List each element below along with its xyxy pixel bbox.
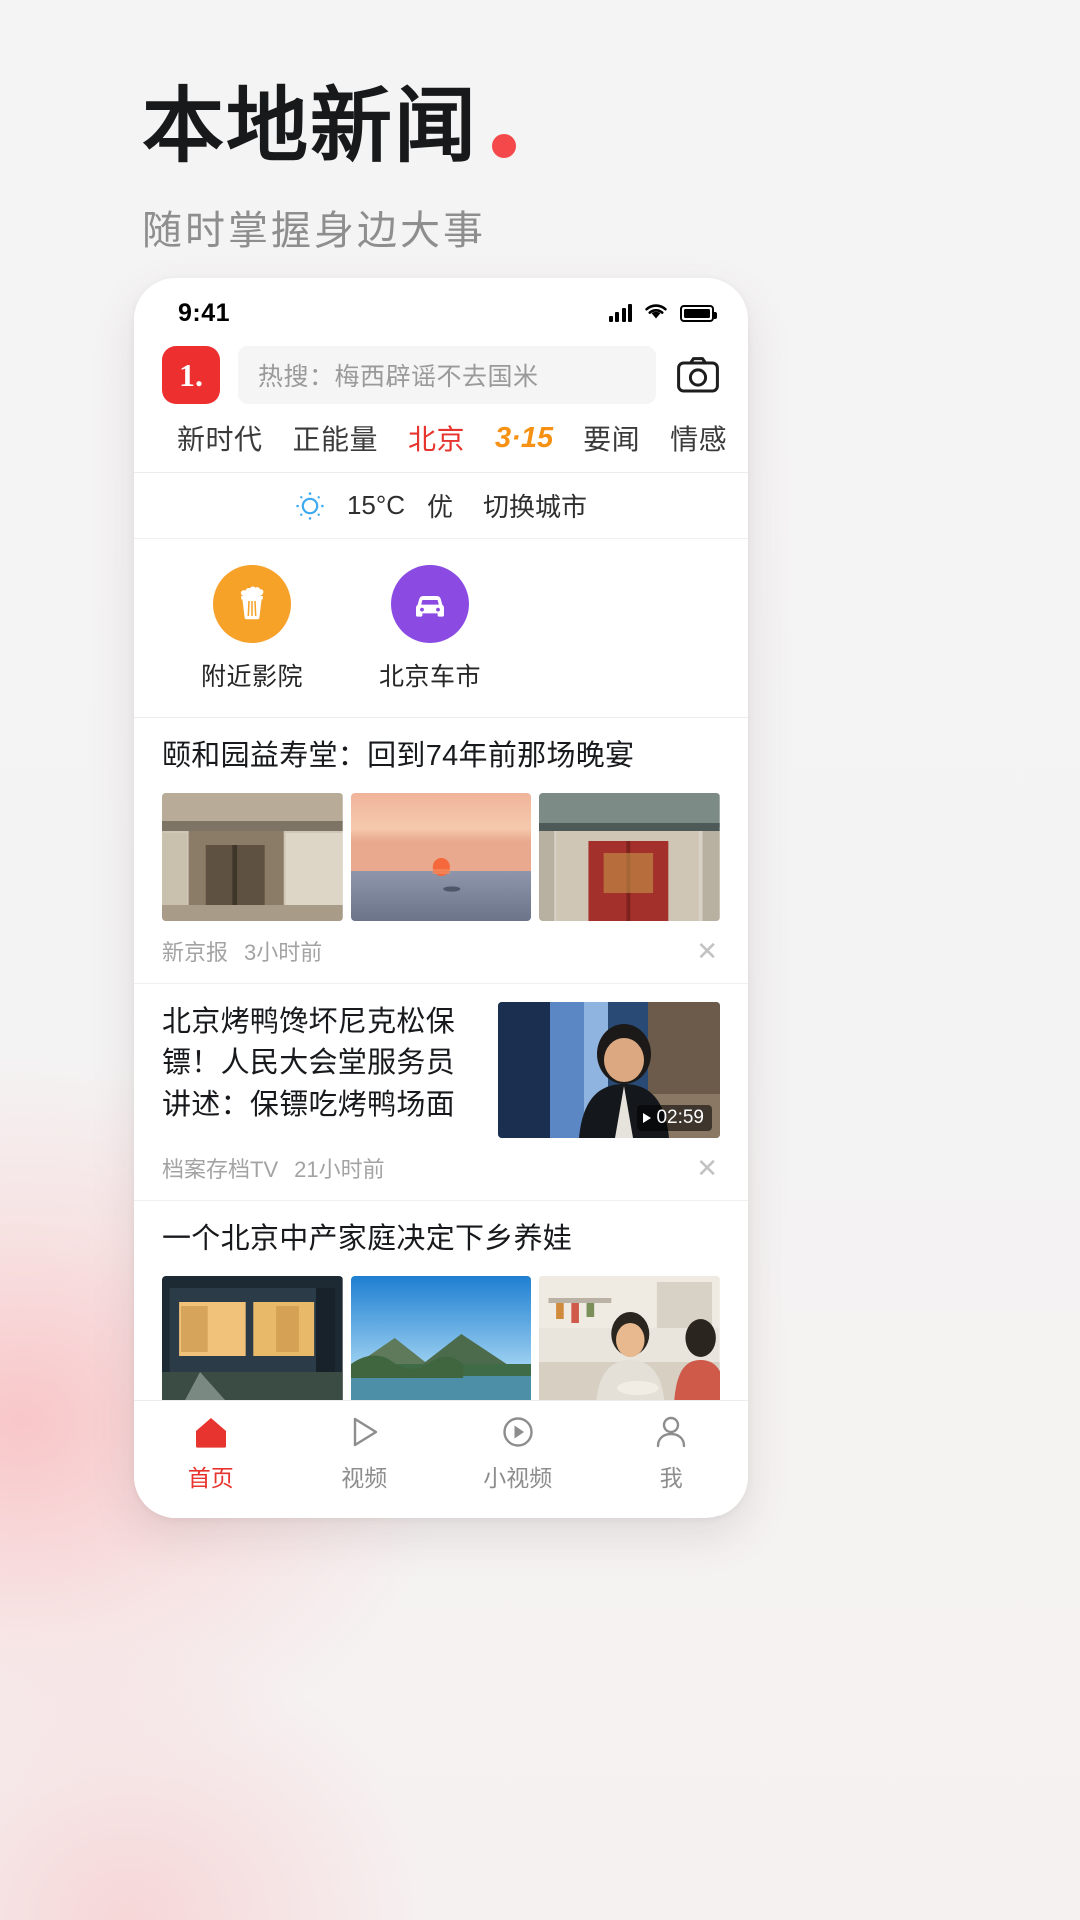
weather-temperature: 15°C (346, 490, 406, 520)
close-icon[interactable]: ✕ (694, 1155, 720, 1181)
hero-section: 本地新闻 随时掌握身边大事 (142, 86, 842, 256)
shortcut-label: 附近影院 (200, 663, 303, 691)
tab-beijing[interactable]: 北京 (393, 418, 480, 458)
temple-gate-photo (162, 793, 343, 922)
tabbar-label: 我 (659, 1464, 683, 1491)
video-duration: 02:59 (637, 1105, 712, 1132)
interview-woman-photo: 02:59 (498, 1002, 720, 1139)
news-meta: 新京报 3小时前 ✕ (162, 921, 720, 983)
phone-mockup: 9:41 1. 热搜：梅西辟谣不去国米 新时代 正能量 北京 3·15 要闻 情… (134, 278, 748, 1518)
tab-xinshidai[interactable]: 新时代 (162, 418, 278, 458)
sunset-sea-photo (350, 793, 532, 922)
page-subtitle: 随时掌握身边大事 (142, 209, 486, 253)
tab-315[interactable]: 3·15 (480, 422, 568, 455)
popcorn-icon (213, 565, 291, 643)
tab-zhengnengliang[interactable]: 正能量 (278, 418, 394, 458)
news-thumbnails (162, 793, 721, 922)
lake-mountain-photo (350, 1276, 532, 1405)
news-thumbnails (162, 1276, 721, 1405)
category-tabs: 新时代 正能量 北京 3·15 要闻 情感 (134, 414, 748, 473)
tabbar-label: 视频 (341, 1464, 388, 1491)
hero-title-row: 本地新闻 (142, 86, 842, 168)
play-triangle-icon (346, 1413, 382, 1451)
sun-icon (295, 491, 325, 521)
news-title: 一个北京中产家庭决定下乡养娃 (162, 1223, 573, 1256)
play-circle-icon (500, 1413, 536, 1451)
shortcut-nearby-cinema[interactable]: 附近影院 (198, 565, 306, 693)
night-house-photo (162, 1276, 343, 1405)
news-title: 颐和园益寿堂：回到74年前那场晚宴 (162, 740, 635, 772)
hamburger-menu-icon[interactable] (742, 429, 748, 448)
shortcut-row: 附近影院 北京车市 (134, 539, 748, 718)
home-icon (193, 1413, 229, 1451)
weather-strip[interactable]: 15°C 优 切换城市 (134, 473, 748, 539)
car-icon (391, 565, 469, 643)
tab-qinggan[interactable]: 情感 (655, 418, 742, 458)
tabbar-item-video[interactable]: 视频 (288, 1413, 442, 1493)
tabbar-item-me[interactable]: 我 (595, 1413, 749, 1493)
wifi-icon (643, 301, 669, 325)
close-icon[interactable]: ✕ (694, 938, 720, 964)
tab-yaowen[interactable]: 要闻 (568, 418, 655, 458)
search-input[interactable]: 热搜：梅西辟谣不去国米 (238, 346, 656, 404)
news-title: 北京烤鸭馋坏尼克松保镖！人民大会堂服务员讲述：保镖吃烤鸭场面 (162, 1006, 456, 1121)
news-item[interactable]: 颐和园益寿堂：回到74年前那场晚宴 新京报 3小时前 ✕ (134, 718, 748, 985)
camera-icon[interactable] (674, 351, 722, 399)
battery-full-icon (680, 304, 717, 322)
news-source: 新京报 (162, 940, 229, 966)
app-logo-badge[interactable]: 1. (162, 346, 220, 404)
news-time: 3小时前 (244, 940, 323, 966)
tabbar-label: 小视频 (483, 1464, 553, 1491)
shortcut-label: 北京车市 (378, 663, 481, 691)
boy-kitchen-photo (539, 1276, 721, 1405)
signal-bars-icon (608, 304, 632, 322)
courtyard-door-photo (539, 793, 721, 922)
tabbar-label: 首页 (187, 1464, 234, 1491)
news-item[interactable]: 北京烤鸭馋坏尼克松保镖！人民大会堂服务员讲述：保镖吃烤鸭场面 02:59 档案存… (134, 984, 748, 1202)
news-row: 北京烤鸭馋坏尼克松保镖！人民大会堂服务员讲述：保镖吃烤鸭场面 02:59 (162, 1002, 720, 1139)
weather-air-quality: 优 (427, 492, 454, 522)
page-title: 本地新闻 (142, 81, 479, 172)
play-triangle-icon (643, 1113, 652, 1124)
news-feed: 颐和园益寿堂：回到74年前那场晚宴 新京报 3小时前 ✕ 北京烤鸭馋坏尼克松保镖… (134, 718, 748, 1518)
news-time: 21小时前 (294, 1157, 385, 1183)
switch-city-button[interactable]: 切换城市 (483, 487, 587, 524)
news-meta: 档案存档TV 21小时前 ✕ (162, 1138, 720, 1200)
status-icons (608, 301, 717, 325)
accent-dot (492, 134, 517, 158)
status-bar: 9:41 (134, 278, 748, 340)
bottom-tab-bar: 首页 视频 小视频 我 (134, 1400, 748, 1518)
news-source: 档案存档TV (162, 1157, 279, 1183)
shortcut-beijing-car-market[interactable]: 北京车市 (376, 565, 484, 693)
person-icon (653, 1413, 689, 1451)
search-row: 1. 热搜：梅西辟谣不去国米 (134, 340, 748, 414)
tabbar-item-short-video[interactable]: 小视频 (441, 1413, 595, 1493)
tabbar-item-home[interactable]: 首页 (134, 1413, 288, 1493)
status-time: 9:41 (178, 298, 231, 327)
